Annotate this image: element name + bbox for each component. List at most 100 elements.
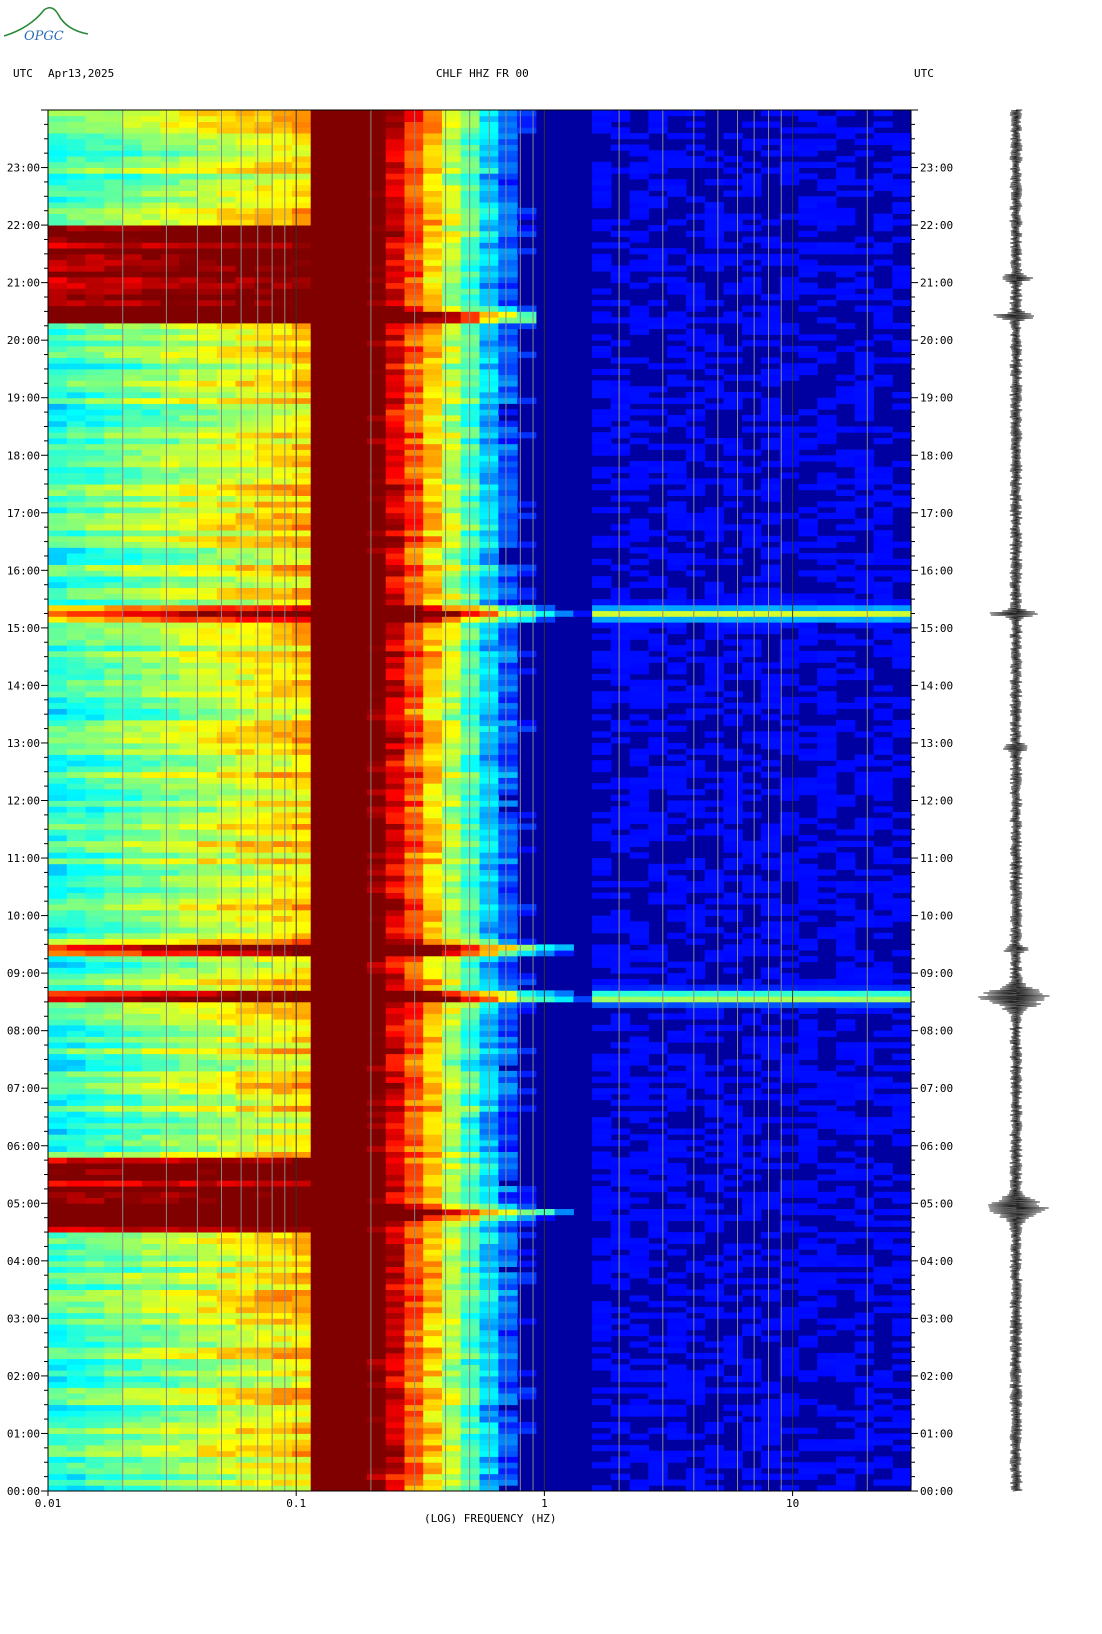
heatmap-cell — [817, 806, 837, 813]
heatmap-cell — [291, 1036, 312, 1043]
heatmap-cell — [160, 1001, 180, 1009]
heatmap-cell — [385, 1375, 406, 1383]
heatmap-cell — [160, 1462, 180, 1469]
heatmap-cell — [216, 898, 237, 905]
heatmap-cell — [366, 679, 387, 686]
heatmap-cell — [385, 898, 406, 905]
heatmap-cell — [460, 1174, 481, 1181]
heatmap-cell — [442, 1001, 462, 1009]
heatmap-cell — [141, 869, 162, 876]
heatmap-cell — [892, 719, 912, 727]
heatmap-cell — [216, 1226, 237, 1233]
heatmap-cell — [385, 1168, 406, 1175]
heatmap-cell — [235, 921, 255, 928]
heatmap-cell — [48, 1283, 68, 1290]
heatmap-cell — [592, 1128, 612, 1135]
heatmap-cell — [366, 881, 387, 888]
heatmap-cell — [235, 927, 255, 934]
heatmap-cell — [648, 1157, 668, 1164]
heatmap-cell — [160, 1324, 180, 1331]
heatmap-cell — [592, 748, 612, 755]
heatmap-cell — [348, 1134, 368, 1141]
heatmap-cell — [235, 1410, 255, 1417]
heatmap-cell — [291, 898, 312, 905]
heatmap-cell — [498, 1427, 518, 1434]
heatmap-cell — [348, 973, 368, 980]
heatmap-cell — [760, 1042, 781, 1049]
heatmap-cell — [310, 915, 331, 922]
heatmap-cell — [216, 1099, 237, 1106]
heatmap-cell — [667, 771, 687, 778]
heatmap-cell — [198, 1479, 218, 1486]
heatmap-cell — [216, 1410, 237, 1417]
heatmap-cell — [498, 978, 518, 986]
heatmap-cell — [423, 743, 443, 750]
heatmap-cell — [104, 944, 124, 951]
heatmap-cell — [291, 996, 312, 1003]
heatmap-cell — [836, 1214, 856, 1221]
heatmap-cell — [198, 1398, 218, 1406]
heatmap-cell — [291, 696, 312, 704]
heatmap-cell — [685, 1140, 706, 1147]
heatmap-cell — [760, 1318, 781, 1325]
heatmap-cell — [723, 777, 743, 784]
heatmap-cell — [216, 1024, 237, 1032]
heatmap-cell — [723, 789, 743, 796]
heatmap-cell — [216, 1462, 237, 1469]
heatmap-cell — [385, 1306, 406, 1314]
heatmap-cell — [348, 812, 368, 819]
heatmap-cell — [704, 1122, 724, 1129]
heatmap-cell — [291, 1358, 312, 1365]
heatmap-cell — [216, 812, 237, 819]
heatmap-cell — [85, 858, 105, 865]
heatmap-cell — [873, 858, 893, 865]
heatmap-cell — [198, 1393, 218, 1400]
heatmap-cell — [141, 766, 162, 773]
heatmap-cell — [273, 1404, 293, 1411]
heatmap-cell — [385, 1076, 406, 1083]
heatmap-cell — [310, 1024, 331, 1032]
heatmap-cell — [629, 1450, 649, 1457]
heatmap-cell — [48, 1439, 68, 1446]
heatmap-cell — [723, 806, 743, 813]
heatmap-cell — [123, 1094, 143, 1101]
heatmap-cell — [104, 1445, 124, 1452]
heatmap-cell — [460, 909, 481, 916]
heatmap-cell — [179, 1059, 199, 1066]
heatmap-cell — [273, 1358, 293, 1365]
heatmap-cell — [235, 1180, 255, 1187]
heatmap-cell — [723, 1140, 743, 1147]
heatmap-cell — [235, 1220, 255, 1227]
heatmap-cell — [685, 1203, 706, 1210]
heatmap-cell — [798, 1042, 818, 1049]
heatmap-cell — [235, 1030, 255, 1037]
heatmap-cell — [273, 1324, 293, 1331]
heatmap-cell — [329, 932, 349, 939]
heatmap-cell — [742, 1358, 762, 1365]
heatmap-cell — [104, 806, 124, 813]
heatmap-cell — [498, 1007, 518, 1014]
heatmap-cell — [498, 1099, 518, 1106]
heatmap-cell — [160, 921, 180, 928]
heatmap-cell — [273, 835, 293, 842]
heatmap-cell — [179, 1473, 199, 1480]
heatmap-cell — [273, 967, 293, 974]
heatmap-cell — [329, 921, 349, 928]
heatmap-cell — [216, 1036, 237, 1043]
heatmap-cell — [179, 892, 199, 899]
heatmap-cell — [235, 835, 255, 842]
heatmap-cell — [498, 1416, 518, 1423]
heatmap-cell — [460, 1232, 481, 1239]
heatmap-cell — [723, 1335, 743, 1342]
heatmap-cell — [198, 881, 218, 888]
heatmap-cell — [892, 915, 912, 922]
heatmap-cell — [385, 1473, 406, 1480]
heatmap-cell — [329, 1059, 349, 1066]
heatmap-cell — [442, 1341, 462, 1348]
heatmap-cell — [836, 938, 856, 945]
heatmap-cell — [66, 1168, 87, 1175]
heatmap-cell — [460, 1381, 481, 1388]
heatmap-cell — [198, 708, 218, 715]
heatmap-cell — [141, 1163, 162, 1170]
heatmap-cell — [141, 1347, 162, 1354]
